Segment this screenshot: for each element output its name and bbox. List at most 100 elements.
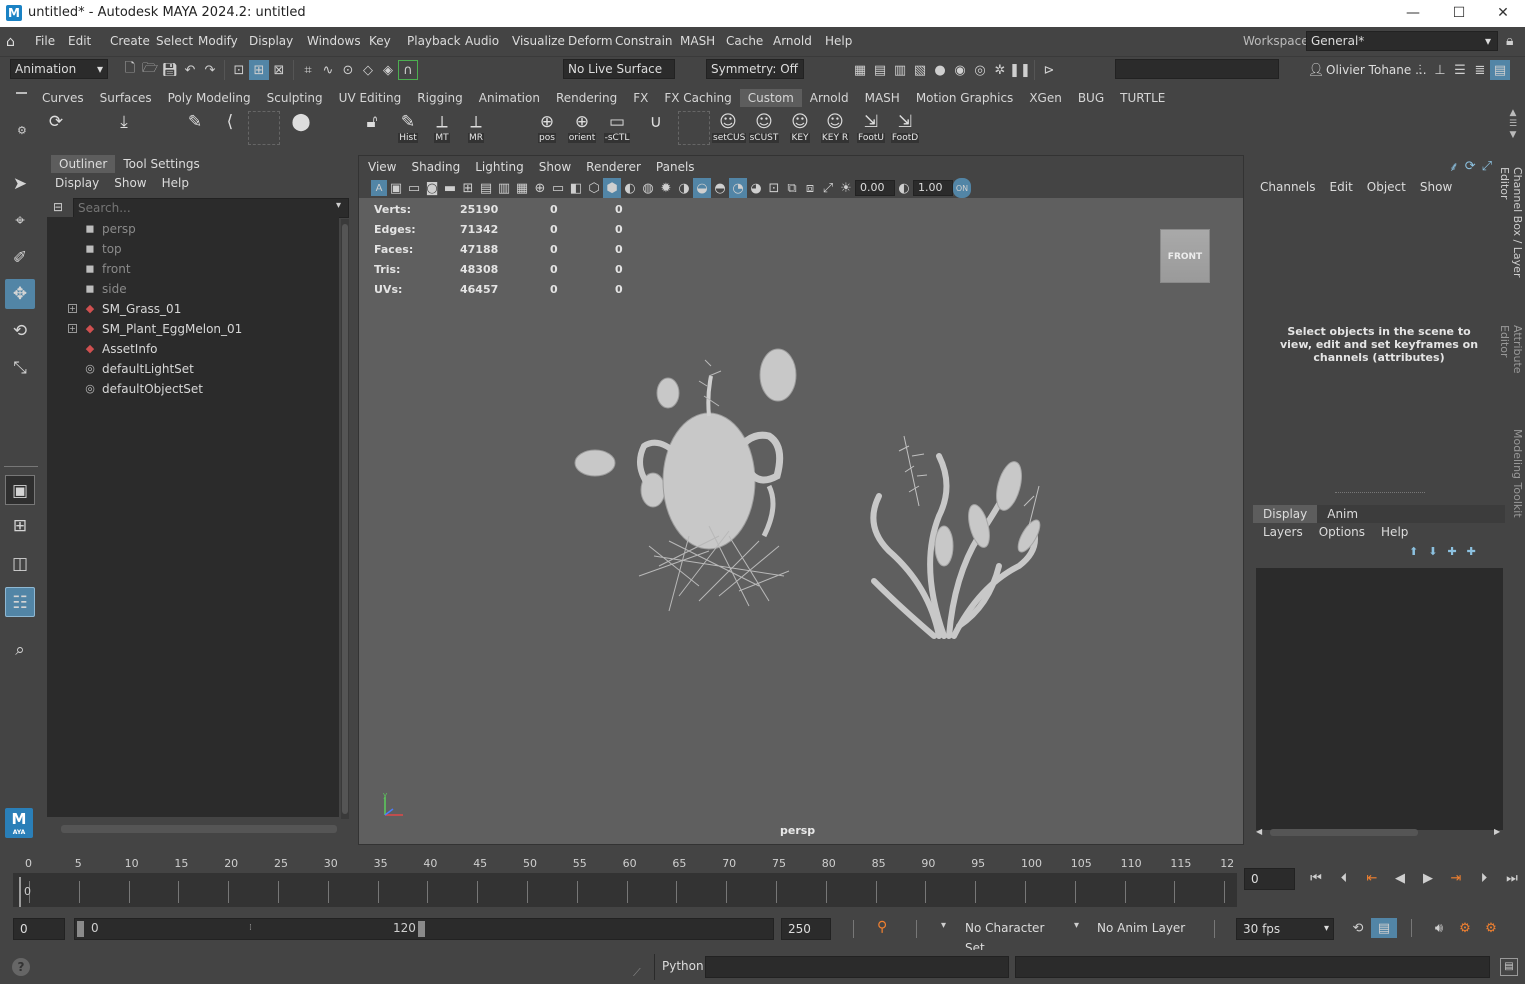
- shelf-tab-poly-modeling[interactable]: Poly Modeling: [160, 89, 259, 107]
- tab-channel-box[interactable]: Channel Box / Layer Editor: [1498, 167, 1524, 307]
- shelf-tab-mash[interactable]: MASH: [857, 89, 908, 107]
- live-surface-field[interactable]: No Live Surface: [563, 59, 675, 79]
- ambient-occlusion-icon[interactable]: ◒: [693, 178, 711, 198]
- outliner-item[interactable]: ◼ persp: [47, 219, 337, 239]
- use-lights-icon[interactable]: ✹: [657, 178, 675, 198]
- tab-modeling-toolkit[interactable]: Modeling Toolkit: [1510, 429, 1524, 519]
- grid-icon[interactable]: ⊞: [459, 178, 477, 198]
- input-line-field[interactable]: [1115, 59, 1279, 79]
- menuset-dropdown[interactable]: Animation ▾: [10, 59, 108, 79]
- viewport-menu-shading[interactable]: Shading: [411, 160, 460, 174]
- home-icon[interactable]: ⌂: [6, 34, 15, 50]
- lock-icon[interactable]: 🔓︎: [356, 111, 388, 145]
- move-tool-icon[interactable]: ✥: [5, 279, 35, 309]
- menu-mash[interactable]: MASH: [680, 34, 726, 48]
- shelf-tab-animation[interactable]: Animation: [471, 89, 548, 107]
- tab-outliner[interactable]: Outliner: [51, 155, 116, 173]
- step-forward-icon[interactable]: ⏵: [1470, 868, 1498, 888]
- current-frame-field[interactable]: 0: [1244, 868, 1295, 890]
- tab-attribute-editor[interactable]: Attribute Editor: [1498, 325, 1524, 405]
- sound-icon[interactable]: 🔊︎: [1426, 918, 1452, 938]
- layer-hscrollbar[interactable]: ◀ ▶: [1256, 827, 1503, 837]
- viewport-menu-renderer[interactable]: Renderer: [586, 160, 641, 174]
- select-camera-icon[interactable]: A: [371, 180, 387, 196]
- outliner-item[interactable]: ◼ front: [47, 259, 337, 279]
- hypershade-icon[interactable]: ●: [930, 60, 950, 80]
- menu-visualize[interactable]: Visualize: [512, 34, 568, 48]
- new-layer-icon[interactable]: ✚: [1447, 545, 1456, 558]
- shelf-button--sctl[interactable]: ▭ -sCTL: [601, 111, 633, 145]
- shelf-tab-xgen[interactable]: XGen: [1021, 89, 1070, 107]
- menu-constrain[interactable]: Constrain: [615, 34, 680, 48]
- auto-key-icon[interactable]: ⚲: [877, 919, 887, 935]
- shelf-button-key-r[interactable]: ☺ KEY R: [819, 111, 851, 145]
- gamma-field[interactable]: 1.00: [913, 180, 953, 196]
- outliner-item[interactable]: ◎ defaultObjectSet: [47, 379, 337, 399]
- chevron-down-icon[interactable]: ▾: [941, 920, 946, 931]
- menu-key[interactable]: Key: [369, 34, 407, 48]
- select-tool-icon[interactable]: ➤: [5, 169, 35, 199]
- render-settings-icon[interactable]: ▧: [910, 60, 930, 80]
- shelf-button-key[interactable]: ☺ KEY: [784, 111, 816, 145]
- camera-attr-icon[interactable]: ▣: [387, 178, 405, 198]
- shadows-icon[interactable]: ◑: [675, 178, 693, 198]
- tab-tool-settings[interactable]: Tool Settings: [115, 155, 207, 173]
- anti-aliasing-icon[interactable]: ◔: [729, 178, 747, 198]
- channel-box-float-icon[interactable]: ⤢: [1482, 159, 1492, 174]
- wireframe-icon[interactable]: ⬡: [585, 178, 603, 198]
- outliner-item[interactable]: + ◆ SM_Plant_EggMelon_01: [47, 319, 337, 339]
- xray-joints-icon[interactable]: ⧈: [801, 178, 819, 198]
- channel-box-sync-icon[interactable]: ⟳: [1465, 159, 1476, 174]
- refresh-shelf-icon[interactable]: ⟳: [40, 111, 72, 145]
- outliner-hscrollbar[interactable]: [61, 825, 337, 833]
- menu-windows[interactable]: Windows: [307, 34, 369, 48]
- empty-slot-icon[interactable]: [248, 111, 280, 145]
- outliner-item[interactable]: ◆ AssetInfo: [47, 339, 337, 359]
- channel-menu-channels[interactable]: Channels: [1260, 180, 1316, 194]
- gamma-icon[interactable]: ◐: [895, 178, 913, 198]
- download-icon[interactable]: ⤓: [108, 111, 140, 145]
- safe-title-icon[interactable]: ◧: [567, 178, 585, 198]
- scene-start-field[interactable]: 0: [13, 918, 65, 940]
- render-frame-icon[interactable]: ▤: [870, 60, 890, 80]
- menu-display[interactable]: Display: [249, 34, 307, 48]
- channel-box-icon[interactable]: ▤: [1490, 60, 1510, 80]
- script-editor-icon[interactable]: ▤: [1500, 958, 1518, 976]
- menu-modify[interactable]: Modify: [198, 34, 249, 48]
- channel-menu-edit[interactable]: Edit: [1330, 180, 1353, 194]
- render-view-icon[interactable]: ▦: [850, 60, 870, 80]
- save-scene-icon[interactable]: 💾︎: [160, 60, 180, 80]
- shelf-tab-surfaces[interactable]: Surfaces: [92, 89, 160, 107]
- shelf-settings-icon[interactable]: ⚙: [17, 124, 27, 137]
- pause-icon[interactable]: ❚❚: [1009, 60, 1031, 80]
- layer-menu-layers[interactable]: Layers: [1263, 525, 1303, 539]
- shelf-tab-sculpting[interactable]: Sculpting: [259, 89, 331, 107]
- chevron-down-icon[interactable]: ▾: [1074, 920, 1079, 931]
- search-icon[interactable]: ⌕: [5, 635, 35, 665]
- pick-walk-icon[interactable]: ⟨: [214, 111, 246, 145]
- open-scene-icon[interactable]: 🗁︎: [140, 60, 160, 80]
- shelf-button-footu[interactable]: ⇲ FootU: [855, 111, 887, 145]
- layer-tab-display[interactable]: Display: [1253, 505, 1318, 523]
- shelf-tab-uv-editing[interactable]: UV Editing: [331, 89, 410, 107]
- select-hierarchy-icon[interactable]: ⊡: [229, 60, 249, 80]
- outliner-item[interactable]: ◼ side: [47, 279, 337, 299]
- redo-icon[interactable]: ↷: [200, 60, 220, 80]
- ipr-render-icon[interactable]: ▥: [890, 60, 910, 80]
- scene-geometry[interactable]: [559, 336, 1059, 656]
- maximize-button[interactable]: ☐: [1436, 2, 1482, 24]
- layer-list[interactable]: [1256, 568, 1503, 830]
- single-perspective-icon[interactable]: ▣: [5, 475, 35, 505]
- range-slider[interactable]: 0 120 ⁞: [74, 918, 774, 940]
- motion-blur-icon[interactable]: ◓: [711, 178, 729, 198]
- expand-icon[interactable]: +: [68, 304, 77, 313]
- viewport-panel[interactable]: View Shading Lighting Show Renderer Panels A …: [358, 155, 1244, 845]
- search-input[interactable]: [73, 198, 349, 218]
- arnold-ipr-icon[interactable]: ◎: [970, 60, 990, 80]
- scene-end-field[interactable]: 250: [781, 918, 831, 940]
- user-icon[interactable]: 👤︎: [1306, 60, 1326, 80]
- snap-grid-icon[interactable]: ⌗: [298, 60, 318, 80]
- depth-of-field-icon[interactable]: ◕: [747, 178, 765, 198]
- loop-icon[interactable]: ⟲: [1345, 918, 1371, 938]
- smooth-shade-icon[interactable]: ⬢: [603, 178, 621, 198]
